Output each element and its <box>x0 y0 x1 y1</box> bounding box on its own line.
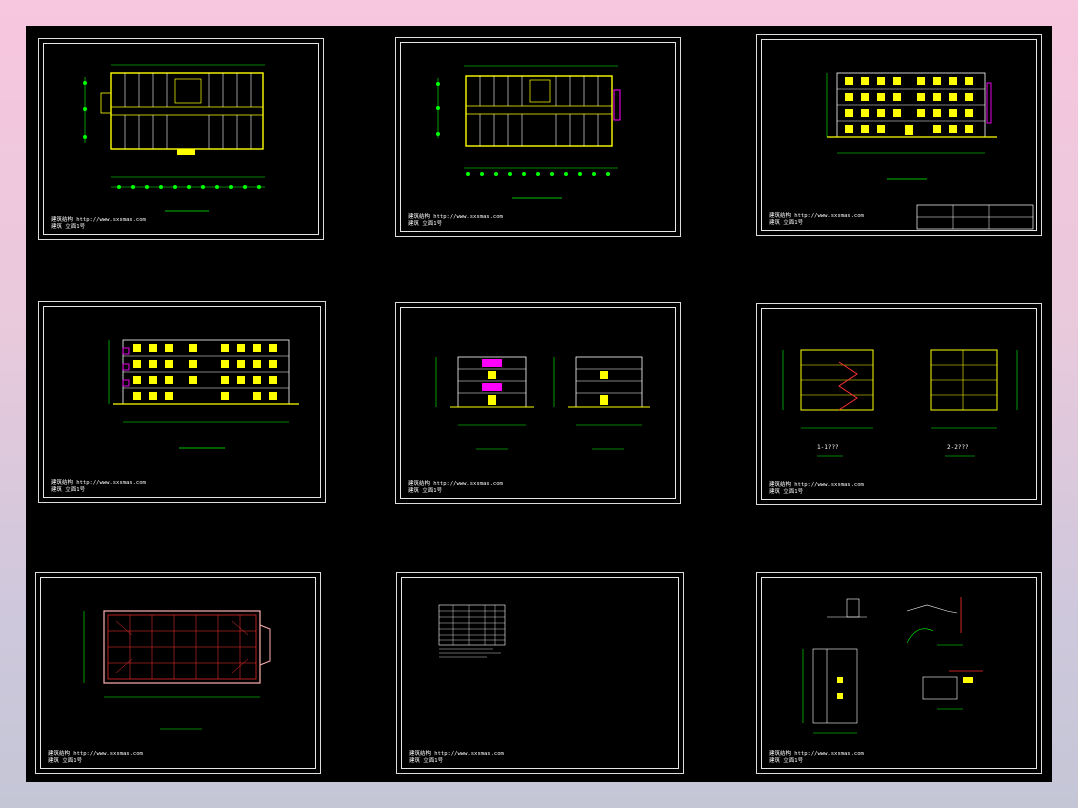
sheet-rear-elevation[interactable]: 建筑结构 http://www.sxsmas.com 建筑 立面1号 <box>38 301 326 503</box>
title-stamp: 建筑结构 http://www.sxsmas.com 建筑 立面1号 <box>409 751 504 765</box>
title-stamp: 建筑结构 http://www.sxsmas.com 建筑 立面1号 <box>408 214 503 228</box>
section-label-2: 2-2??? <box>947 444 969 451</box>
title-stamp: 建筑结构 http://www.sxsmas.com 建筑 立面1号 <box>769 751 864 765</box>
elevation-drawing <box>435 356 650 450</box>
stamp-line-2: 建筑 立面1号 <box>409 758 444 764</box>
stamp-line-1: 建筑结构 http://www.sxsmas.com <box>51 480 146 486</box>
section-label-1: 1-1??? <box>817 444 839 451</box>
floor-plan-drawing <box>436 65 621 199</box>
stamp-line-2: 建筑 立面1号 <box>769 220 804 226</box>
stamp-line-1: 建筑结构 http://www.sxsmas.com <box>769 213 864 219</box>
title-stamp: 建筑结构 http://www.sxsmas.com 建筑 立面1号 <box>408 481 503 495</box>
sheet-construction-details[interactable]: 建筑结构 http://www.sxsmas.com 建筑 立面1号 <box>756 572 1042 774</box>
stamp-line-2: 建筑 立面1号 <box>408 488 443 494</box>
title-stamp: 建筑结构 http://www.sxsmas.com 建筑 立面1号 <box>51 217 146 231</box>
stamp-line-1: 建筑结构 http://www.sxsmas.com <box>769 751 864 757</box>
cad-canvas: 建筑结构 http://www.sxsmas.com 建筑 立面1号 建筑结构 … <box>26 26 1052 782</box>
floor-plan-drawing <box>83 64 265 212</box>
stamp-line-2: 建筑 立面1号 <box>769 758 804 764</box>
title-stamp: 建筑结构 http://www.sxsmas.com 建筑 立面1号 <box>48 751 143 765</box>
sheet-sections[interactable]: 1-1??? 2-2??? 建筑结构 http://www.sxsmas.com… <box>756 303 1042 505</box>
sheet-side-elevations[interactable]: 建筑结构 http://www.sxsmas.com 建筑 立面1号 <box>395 302 681 504</box>
stamp-line-1: 建筑结构 http://www.sxsmas.com <box>769 482 864 488</box>
title-stamp: 建筑结构 http://www.sxsmas.com 建筑 立面1号 <box>769 213 864 227</box>
details-drawing <box>802 597 983 734</box>
title-stamp: 建筑结构 http://www.sxsmas.com 建筑 立面1号 <box>769 482 864 496</box>
sheet-ground-floor-plan[interactable]: 建筑结构 http://www.sxsmas.com 建筑 立面1号 <box>38 38 324 240</box>
stamp-line-2: 建筑 立面1号 <box>51 487 86 493</box>
sheet-door-window-schedule[interactable]: 建筑结构 http://www.sxsmas.com 建筑 立面1号 <box>396 572 684 774</box>
stamp-line-1: 建筑结构 http://www.sxsmas.com <box>408 214 503 220</box>
elevation-drawing <box>108 339 299 449</box>
sheet-roof-plan[interactable]: 建筑结构 http://www.sxsmas.com 建筑 立面1号 <box>35 572 321 774</box>
schedule-table-drawing <box>438 604 506 658</box>
title-stamp: 建筑结构 http://www.sxsmas.com 建筑 立面1号 <box>51 480 146 494</box>
stamp-line-2: 建筑 立面1号 <box>769 489 804 495</box>
stamp-line-1: 建筑结构 http://www.sxsmas.com <box>51 217 146 223</box>
stamp-line-1: 建筑结构 http://www.sxsmas.com <box>408 481 503 487</box>
stamp-line-2: 建筑 立面1号 <box>408 221 443 227</box>
roof-plan-drawing <box>83 610 271 730</box>
sheet-upper-floor-plan[interactable]: 建筑结构 http://www.sxsmas.com 建筑 立面1号 <box>395 37 681 237</box>
stamp-line-1: 建筑结构 http://www.sxsmas.com <box>409 751 504 757</box>
sheet-front-elevation[interactable]: 建筑结构 http://www.sxsmas.com 建筑 立面1号 <box>756 34 1042 236</box>
section-drawing <box>782 349 1018 457</box>
stamp-line-2: 建筑 立面1号 <box>51 224 86 230</box>
stamp-line-1: 建筑结构 http://www.sxsmas.com <box>48 751 143 757</box>
elevation-drawing <box>826 72 1034 230</box>
stamp-line-2: 建筑 立面1号 <box>48 758 83 764</box>
